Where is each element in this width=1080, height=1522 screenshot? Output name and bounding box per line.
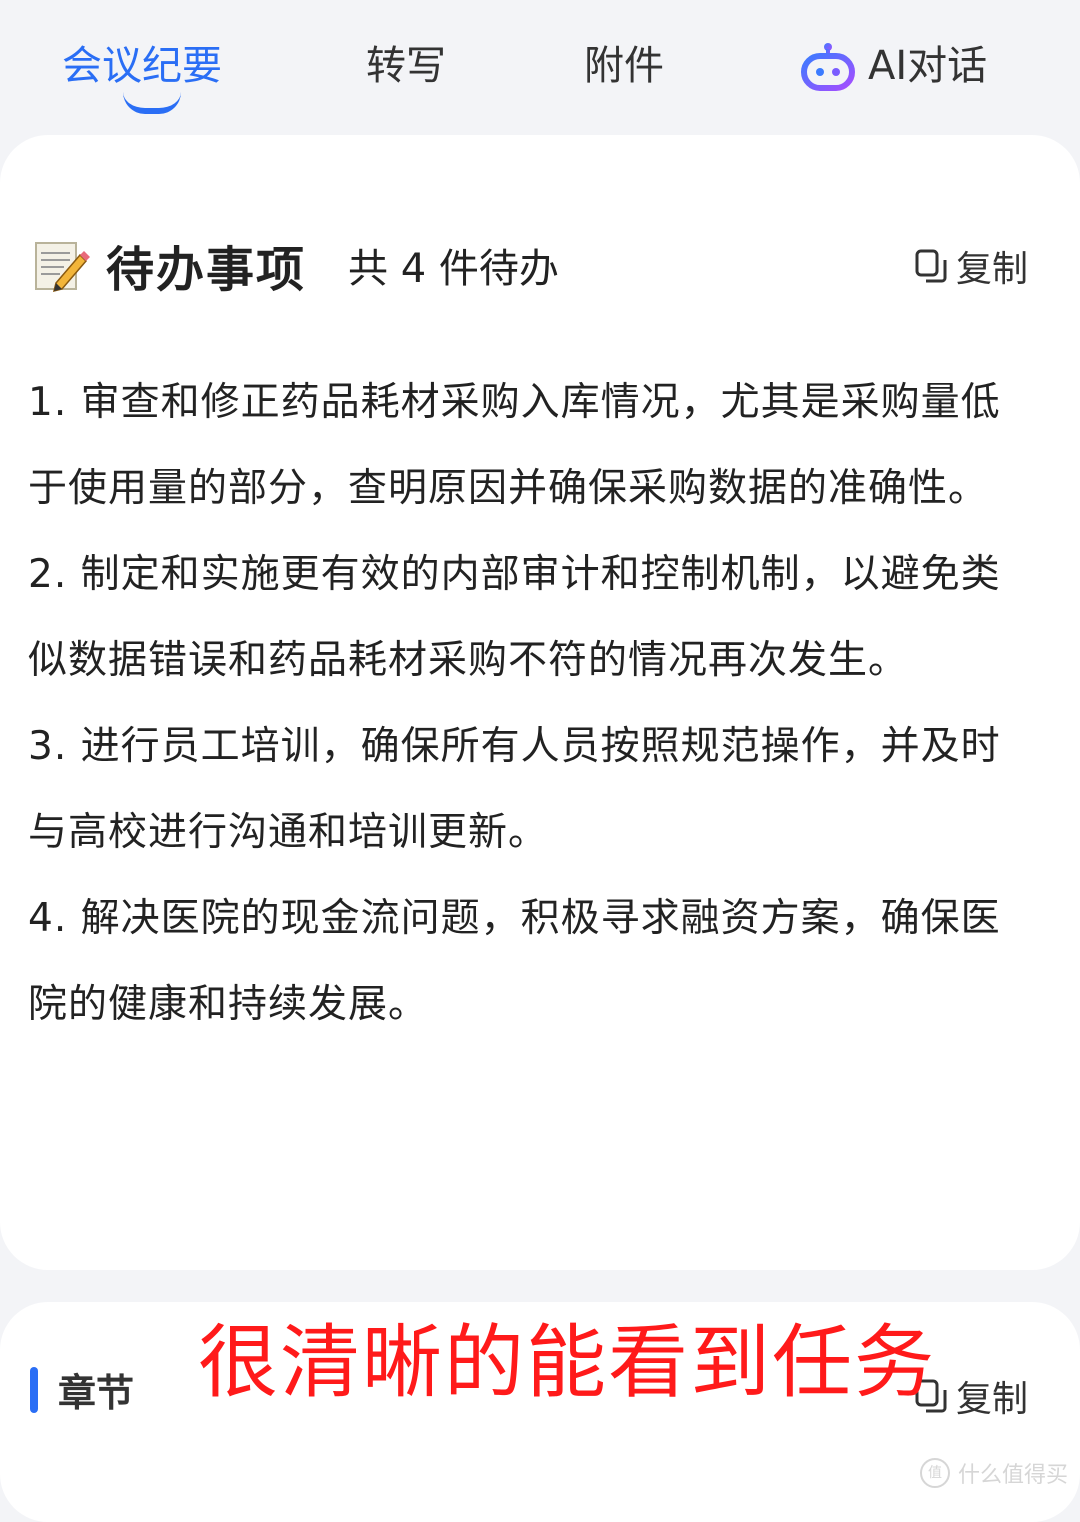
active-tab-indicator (123, 92, 181, 114)
todo-count: 共 4 件待办 (348, 246, 559, 292)
todo-item: 2. 制定和实施更有效的内部审计和控制机制，以避免类似数据错误和药品耗材采购不符… (28, 552, 1001, 683)
tab-transcription[interactable]: 转写 (366, 36, 446, 96)
tab-ai-chat-label: AI对话 (868, 43, 988, 89)
chapter-title: 章节 (58, 1371, 135, 1415)
tab-bar: 会议纪要 转写 附件 AI对话 (0, 0, 1080, 135)
todo-item: 3. 进行员工培训，确保所有人员按照规范操作，并及时与高校进行沟通和培训更新。 (28, 724, 1001, 855)
chapter-accent-bar (30, 1366, 38, 1413)
ai-robot-icon (800, 41, 856, 91)
chapter-copy-label: 复制 (956, 1379, 1029, 1420)
todo-item: 4. 解决医院的现金流问题，积极寻求融资方案，确保医院的健康和持续发展。 (28, 896, 1001, 1027)
copy-icon (914, 248, 948, 284)
tab-meeting-minutes[interactable]: 会议纪要 (62, 36, 222, 96)
chapter-header: 章节 (30, 1362, 134, 1417)
watermark: 值 什么值得买 (919, 1457, 1068, 1489)
todo-header: 待办事项 共 4 件待办 (30, 230, 559, 300)
watermark-text: 什么值得买 (957, 1463, 1068, 1488)
watermark-logo-icon: 值 (919, 1458, 950, 1488)
memo-icon (30, 235, 90, 295)
annotation-caption: 很清晰的能看到任务 (198, 1316, 936, 1409)
todo-title: 待办事项 (106, 242, 307, 298)
tab-attachments[interactable]: 附件 (584, 36, 664, 96)
tab-ai-chat[interactable]: AI对话 (800, 36, 987, 96)
todo-copy-label: 复制 (956, 249, 1029, 290)
todo-item: 1. 审查和修正药品耗材采购入库情况，尤其是采购量低于使用量的部分，查明原因并确… (28, 380, 1001, 511)
todo-copy-button[interactable]: 复制 (914, 240, 1028, 292)
todo-list: 1. 审查和修正药品耗材采购入库情况，尤其是采购量低于使用量的部分，查明原因并确… (28, 360, 1038, 1048)
